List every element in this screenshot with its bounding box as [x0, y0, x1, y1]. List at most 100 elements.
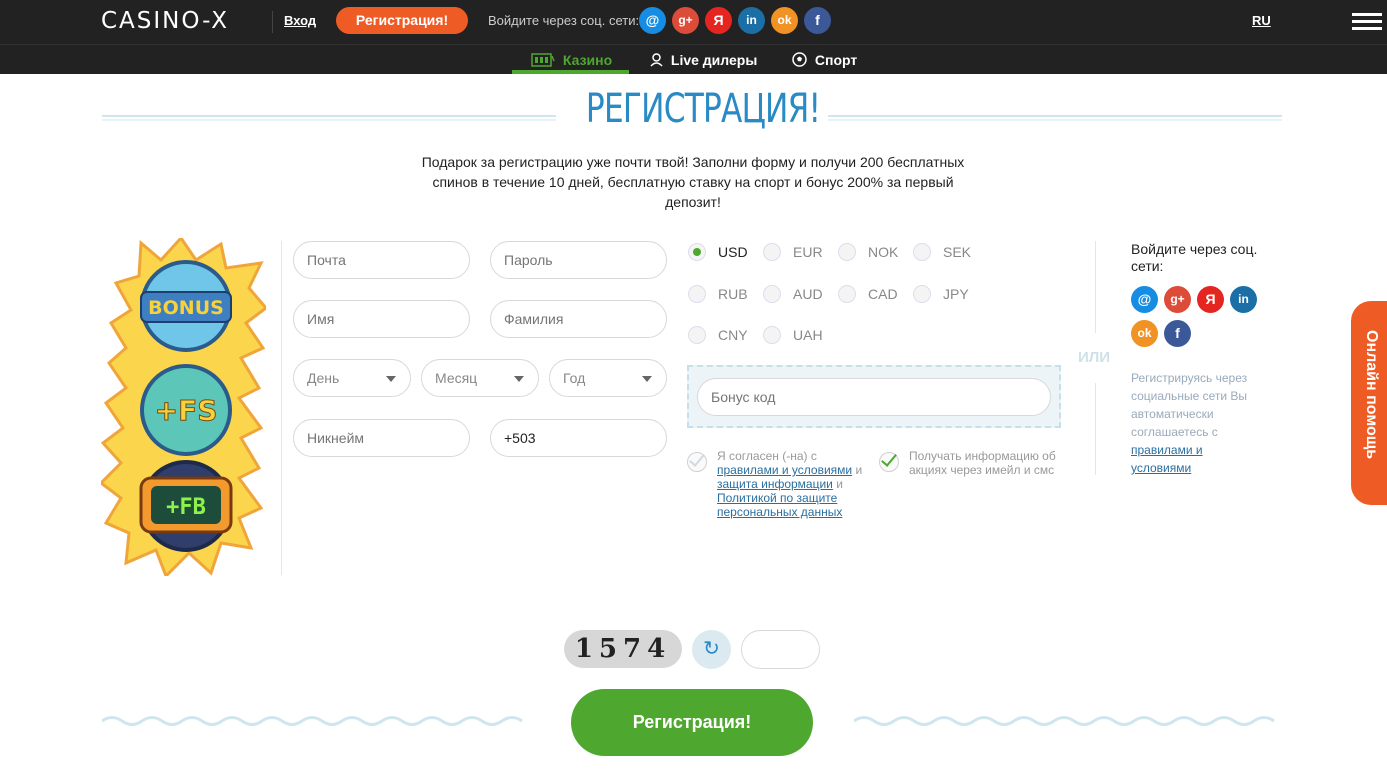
terms-agree-text: Я согласен (-на) с [717, 449, 817, 463]
intro-text: Подарок за регистрацию уже почти твой! З… [421, 154, 965, 210]
currency-label: NOK [868, 244, 899, 260]
currency-label: USD [718, 244, 748, 260]
odnoklassniki-icon[interactable]: ok [771, 7, 798, 34]
radio-dot [838, 243, 856, 261]
terms-text: Я согласен (-на) с правилами и условиями… [717, 449, 867, 519]
social-note-text: Регистрируясь через социальные сети Вы а… [1131, 371, 1248, 439]
tab-live-dealers[interactable]: Live дилеры [650, 52, 757, 68]
language-selector[interactable]: RU [1252, 13, 1271, 28]
odnoklassniki-icon[interactable]: ok [1131, 320, 1158, 347]
radio-dot [763, 326, 781, 344]
terms-checkbox[interactable] [687, 450, 707, 472]
divider [272, 11, 273, 33]
chevron-down-icon [642, 376, 652, 382]
currency-label: CAD [868, 286, 898, 302]
wave-divider-right [854, 716, 1275, 726]
terms-and-text: и [855, 463, 863, 477]
register-button[interactable]: Регистрация! [571, 689, 813, 756]
tab-sport-label: Спорт [814, 52, 858, 68]
newsletter-label: Получать информацию об акциях через имей… [909, 449, 1056, 477]
terms-and-text: и [836, 477, 843, 491]
currency-label: RUB [718, 286, 748, 302]
google-plus-icon[interactable]: g+ [672, 7, 699, 34]
phone-field[interactable] [490, 419, 667, 457]
soccer-ball-icon [792, 52, 807, 67]
tab-casino[interactable]: Казино [531, 52, 612, 68]
bonus-promo-illustration: BONUS +FS +FB [101, 238, 266, 576]
month-select[interactable]: Месяц [421, 359, 539, 397]
divider [1095, 241, 1096, 333]
newsletter-checkbox[interactable] [879, 450, 899, 472]
tab-sport[interactable]: Спорт [792, 52, 857, 68]
chevron-down-icon [386, 376, 396, 382]
title-rule-left [102, 115, 556, 121]
page-title: РЕГИСТРАЦИЯ! [585, 86, 821, 132]
radio-dot [763, 285, 781, 303]
last-name-field[interactable] [490, 300, 667, 338]
divider [1095, 383, 1096, 475]
yandex-icon[interactable]: Я [705, 7, 732, 34]
social-rules-link[interactable]: правилами и условиями [1131, 443, 1203, 475]
day-select[interactable]: День [293, 359, 411, 397]
top-bar: CASINO-X Вход Регистрация! Войдите через… [0, 0, 1387, 44]
facebook-icon[interactable]: f [804, 7, 831, 34]
social-login-label: Войдите через соц. сети: [488, 13, 640, 28]
yandex-icon[interactable]: Я [1197, 286, 1224, 313]
personal-data-policy-link[interactable]: Политикой по защите персональных данных [717, 491, 842, 519]
day-select-label: День [307, 370, 340, 386]
refresh-icon[interactable]: ↻ [692, 630, 731, 669]
linkedin-icon[interactable]: in [1230, 286, 1257, 313]
social-panel-title: Войдите через соц. сети: [1131, 241, 1258, 274]
social-note: Регистрируясь через социальные сети Вы а… [1131, 369, 1261, 477]
bonus-badge-text: BONUS [148, 297, 224, 319]
currency-label: UAH [793, 327, 823, 343]
radio-dot [688, 326, 706, 344]
year-select-label: Год [563, 370, 586, 386]
checkmark-icon [689, 450, 705, 467]
month-select-label: Месяц [435, 370, 478, 386]
nickname-field[interactable] [293, 419, 470, 457]
chevron-down-icon [514, 376, 524, 382]
wave-divider-left [102, 716, 523, 726]
login-link[interactable]: Вход [284, 13, 316, 28]
rules-link[interactable]: правилами и условиями [717, 463, 852, 477]
first-name-field[interactable] [293, 300, 470, 338]
radio-dot [838, 285, 856, 303]
tab-casino-label: Казино [562, 52, 613, 68]
captcha-image: 1574 [564, 630, 682, 668]
email-field[interactable] [293, 241, 470, 279]
google-plus-icon[interactable]: g+ [1164, 286, 1191, 313]
captcha-input[interactable] [741, 630, 820, 669]
radio-dot [688, 243, 706, 261]
online-help-label: Онлайн помощь [1363, 330, 1380, 460]
currency-label: AUD [793, 286, 823, 302]
bonus-code-field[interactable] [697, 378, 1051, 416]
mail-icon[interactable]: @ [1131, 286, 1158, 313]
year-select[interactable]: Год [549, 359, 667, 397]
dealer-icon [650, 53, 663, 67]
facebook-icon[interactable]: f [1164, 320, 1191, 347]
currency-label: CNY [718, 327, 748, 343]
radio-dot [913, 285, 931, 303]
menu-icon[interactable] [1352, 13, 1382, 30]
privacy-link[interactable]: защита информации [717, 477, 833, 491]
main-nav: Казино Live дилеры Спорт [0, 44, 1387, 74]
divider [281, 241, 282, 575]
radio-dot [913, 243, 931, 261]
currency-label: JPY [943, 286, 969, 302]
or-label: ИЛИ [1078, 349, 1111, 366]
checkmark-icon [881, 450, 897, 467]
logo[interactable]: CASINO-X [101, 8, 229, 34]
mail-icon[interactable]: @ [639, 7, 666, 34]
password-field[interactable] [490, 241, 667, 279]
currency-label: EUR [793, 244, 823, 260]
title-rule-right [828, 115, 1282, 121]
fb-badge-text: +FB [166, 495, 206, 520]
fs-badge-text: +FS [155, 394, 218, 427]
linkedin-icon[interactable]: in [738, 7, 765, 34]
radio-dot [688, 285, 706, 303]
header-register-button[interactable]: Регистрация! [336, 7, 468, 34]
radio-dot [763, 243, 781, 261]
tab-live-dealers-label: Live дилеры [670, 52, 758, 68]
currency-label: SEK [943, 244, 972, 260]
